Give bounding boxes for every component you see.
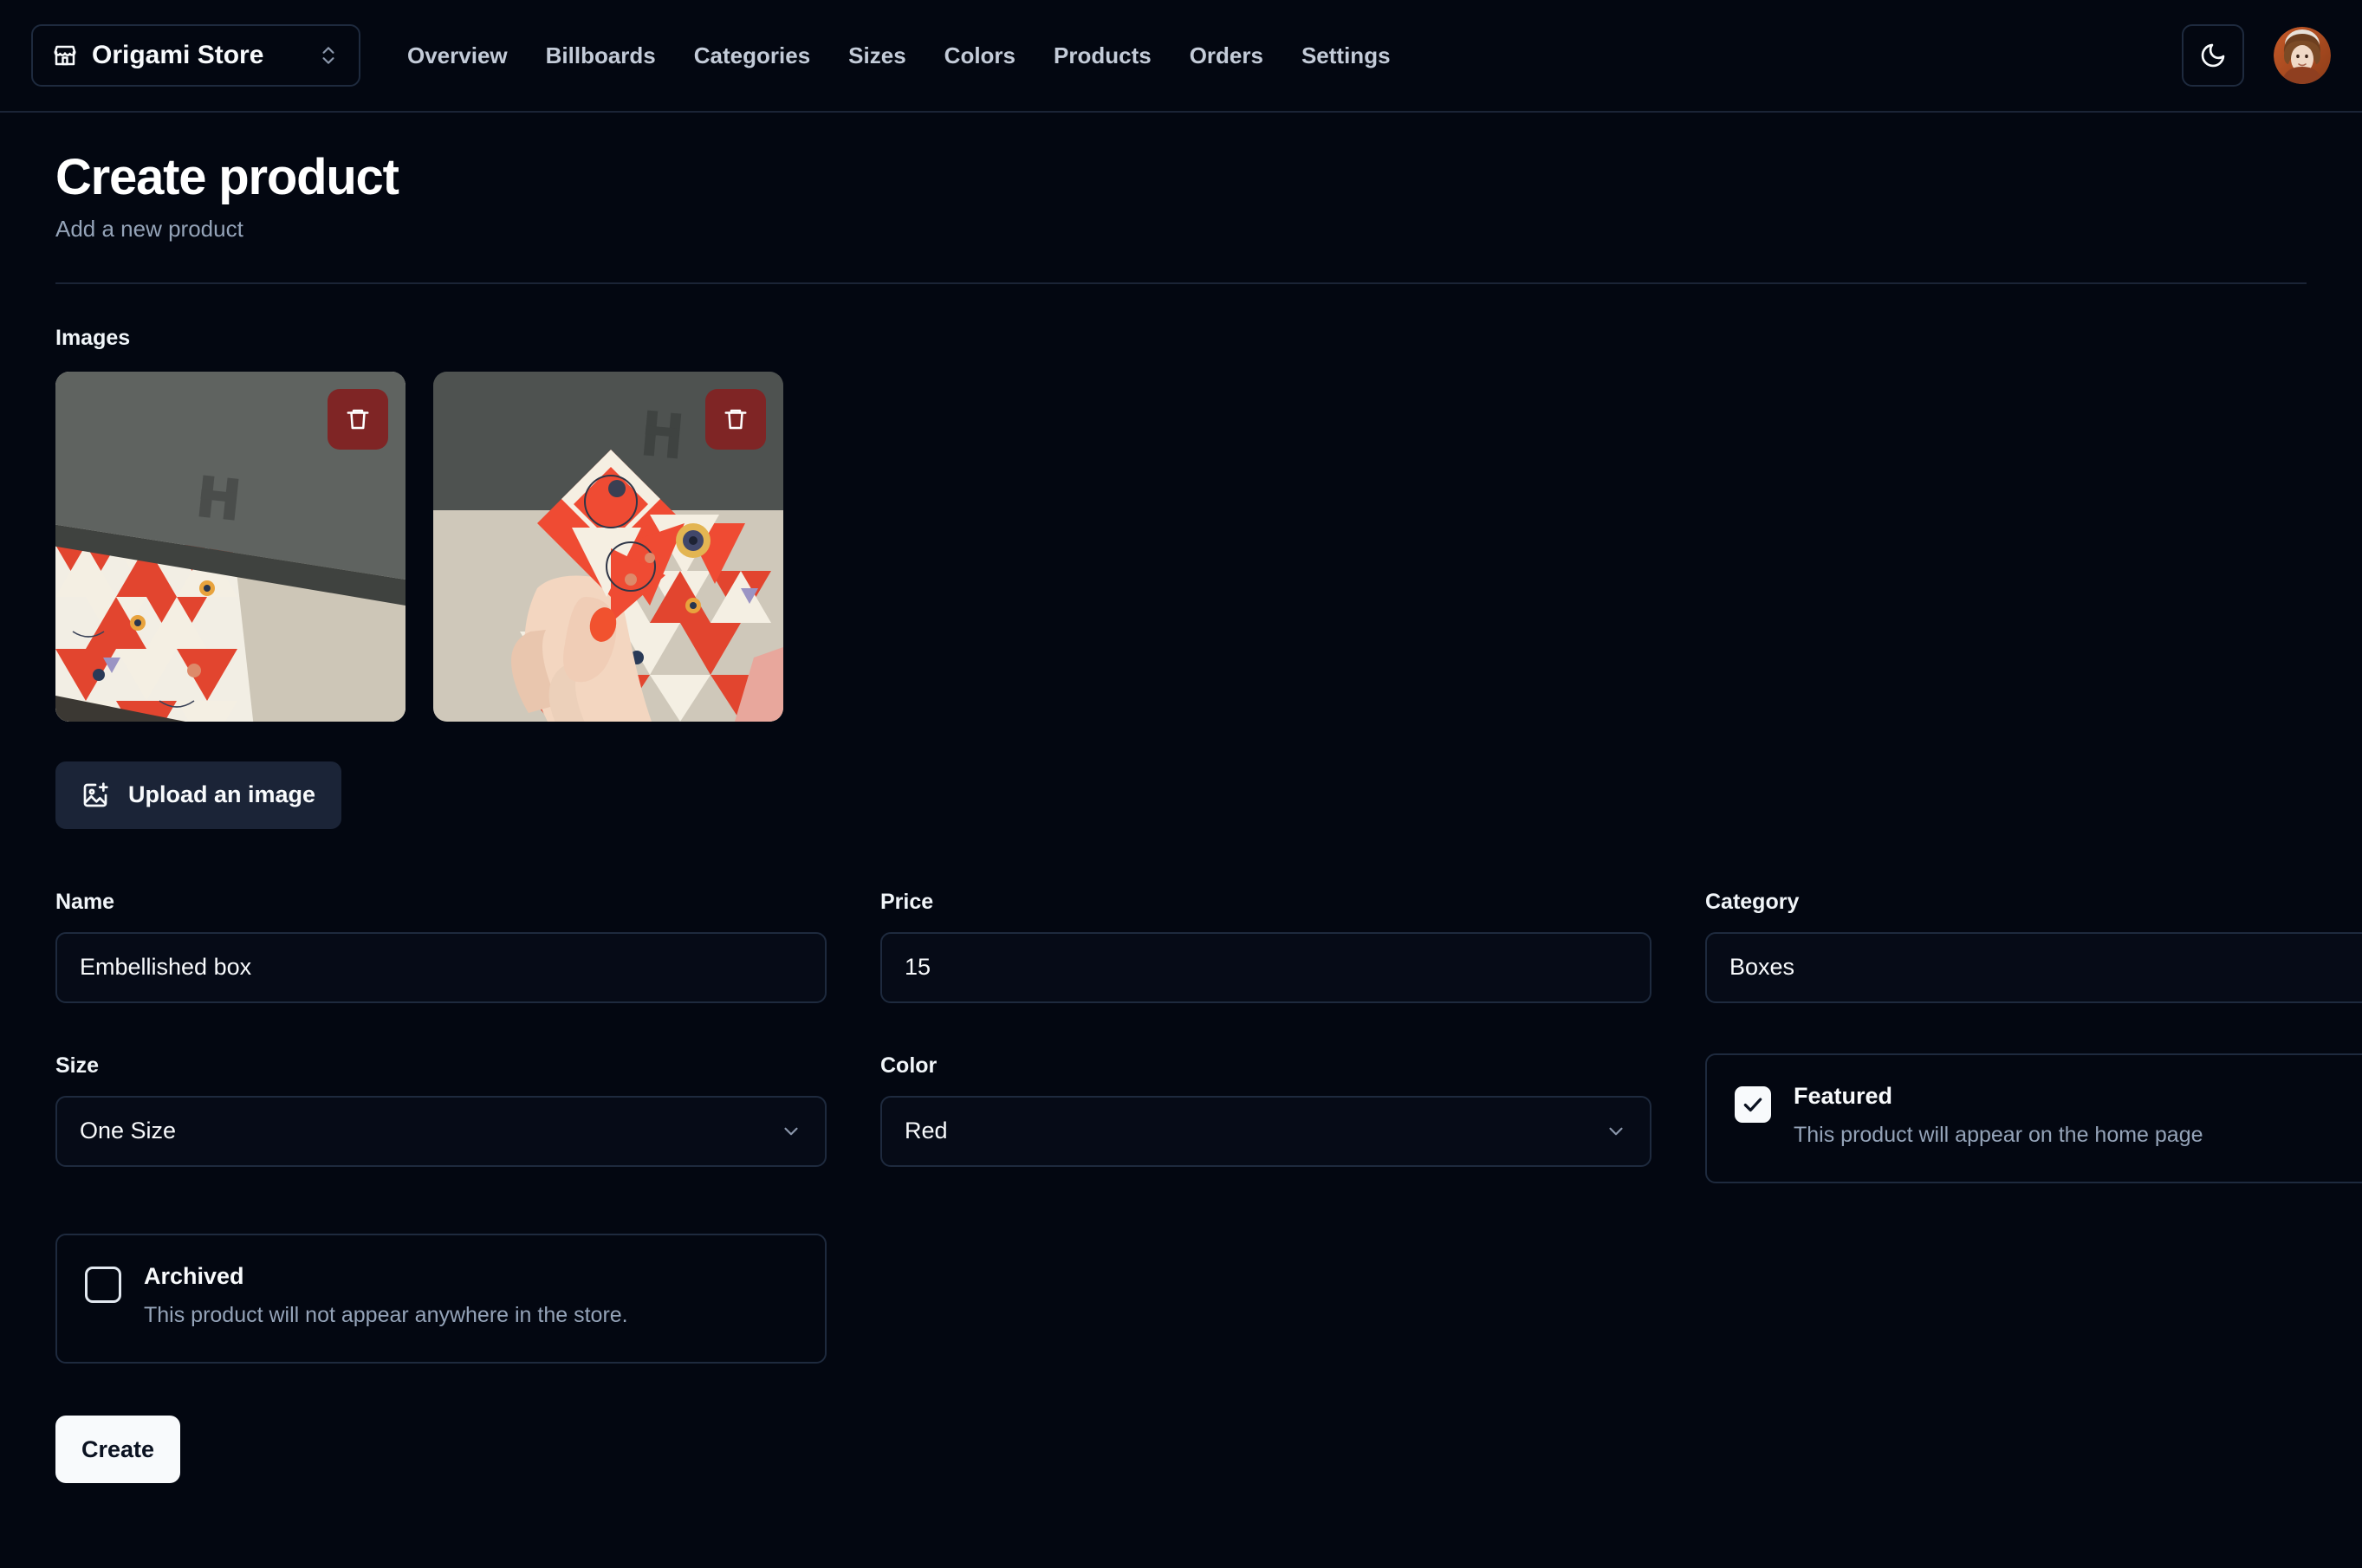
chevron-down-icon xyxy=(780,1120,802,1143)
featured-field-group: Featured This product will appear on the… xyxy=(1705,1053,2362,1183)
size-field-group: Size One Size xyxy=(55,1053,827,1183)
nav-link-categories[interactable]: Categories xyxy=(675,42,829,69)
nav-link-settings[interactable]: Settings xyxy=(1282,42,1410,69)
chevron-down-icon xyxy=(1605,1120,1627,1143)
upload-image-label: Upload an image xyxy=(128,781,315,808)
chevrons-up-down-icon xyxy=(317,44,340,67)
theme-toggle-button[interactable] xyxy=(2182,24,2244,87)
page-content: Create product Add a new product Images xyxy=(0,113,2362,1483)
color-label: Color xyxy=(880,1053,1651,1079)
main-navigation: Overview Billboards Categories Sizes Col… xyxy=(407,42,2182,69)
category-field-group: Category Boxes xyxy=(1705,890,2362,1003)
name-input[interactable] xyxy=(55,932,827,1003)
images-section-label: Images xyxy=(55,326,2307,351)
category-label: Category xyxy=(1705,890,2362,915)
nav-link-billboards[interactable]: Billboards xyxy=(527,42,675,69)
store-switcher-button[interactable]: Origami Store xyxy=(31,24,360,87)
category-select[interactable]: Boxes xyxy=(1705,932,2362,1003)
archived-description: This product will not appear anywhere in… xyxy=(144,1302,628,1329)
nav-link-products[interactable]: Products xyxy=(1035,42,1171,69)
product-form: Name Price Category Boxes Size One Size xyxy=(55,890,2307,1234)
nav-link-colors[interactable]: Colors xyxy=(925,42,1035,69)
image-thumbnail[interactable] xyxy=(433,372,783,722)
featured-description: This product will appear on the home pag… xyxy=(1794,1122,2203,1149)
store-switcher-label: Origami Store xyxy=(92,41,303,70)
archived-field-group: Archived This product will not appear an… xyxy=(55,1234,827,1364)
nav-link-overview[interactable]: Overview xyxy=(407,42,527,69)
color-field-group: Color Red xyxy=(880,1053,1651,1183)
top-navigation-bar: Origami Store Overview Billboards Catego… xyxy=(0,0,2362,113)
featured-title: Featured xyxy=(1794,1085,2203,1108)
featured-checkbox-card[interactable]: Featured This product will appear on the… xyxy=(1705,1053,2362,1183)
image-plus-icon xyxy=(81,781,109,809)
archived-title: Archived xyxy=(144,1265,628,1288)
delete-image-button[interactable] xyxy=(328,389,388,450)
price-field-group: Price xyxy=(880,890,1651,1003)
header-divider xyxy=(55,282,2307,284)
nav-link-sizes[interactable]: Sizes xyxy=(829,42,925,69)
size-selected-value: One Size xyxy=(80,1118,176,1144)
featured-checkbox[interactable] xyxy=(1735,1086,1771,1123)
image-thumbnail[interactable] xyxy=(55,372,406,722)
archived-checkbox-card[interactable]: Archived This product will not appear an… xyxy=(55,1234,827,1364)
name-field-group: Name xyxy=(55,890,827,1003)
upload-image-button[interactable]: Upload an image xyxy=(55,761,341,829)
avatar[interactable] xyxy=(2274,27,2331,84)
create-button[interactable]: Create xyxy=(55,1416,180,1483)
archived-checkbox[interactable] xyxy=(85,1267,121,1303)
header-actions xyxy=(2182,24,2331,87)
moon-icon xyxy=(2199,42,2227,69)
image-thumbnail-list xyxy=(55,372,2307,722)
price-input[interactable] xyxy=(880,932,1651,1003)
color-selected-value: Red xyxy=(905,1118,948,1144)
name-label: Name xyxy=(55,890,827,915)
delete-image-button[interactable] xyxy=(705,389,766,450)
page-title: Create product xyxy=(55,151,2307,205)
trash-icon xyxy=(345,406,371,432)
nav-link-orders[interactable]: Orders xyxy=(1171,42,1282,69)
size-select[interactable]: One Size xyxy=(55,1096,827,1167)
price-label: Price xyxy=(880,890,1651,915)
page-subtitle: Add a new product xyxy=(55,216,2307,243)
trash-icon xyxy=(723,406,749,432)
color-select[interactable]: Red xyxy=(880,1096,1651,1167)
store-icon xyxy=(52,42,78,68)
size-label: Size xyxy=(55,1053,827,1079)
category-selected-value: Boxes xyxy=(1729,954,1794,981)
